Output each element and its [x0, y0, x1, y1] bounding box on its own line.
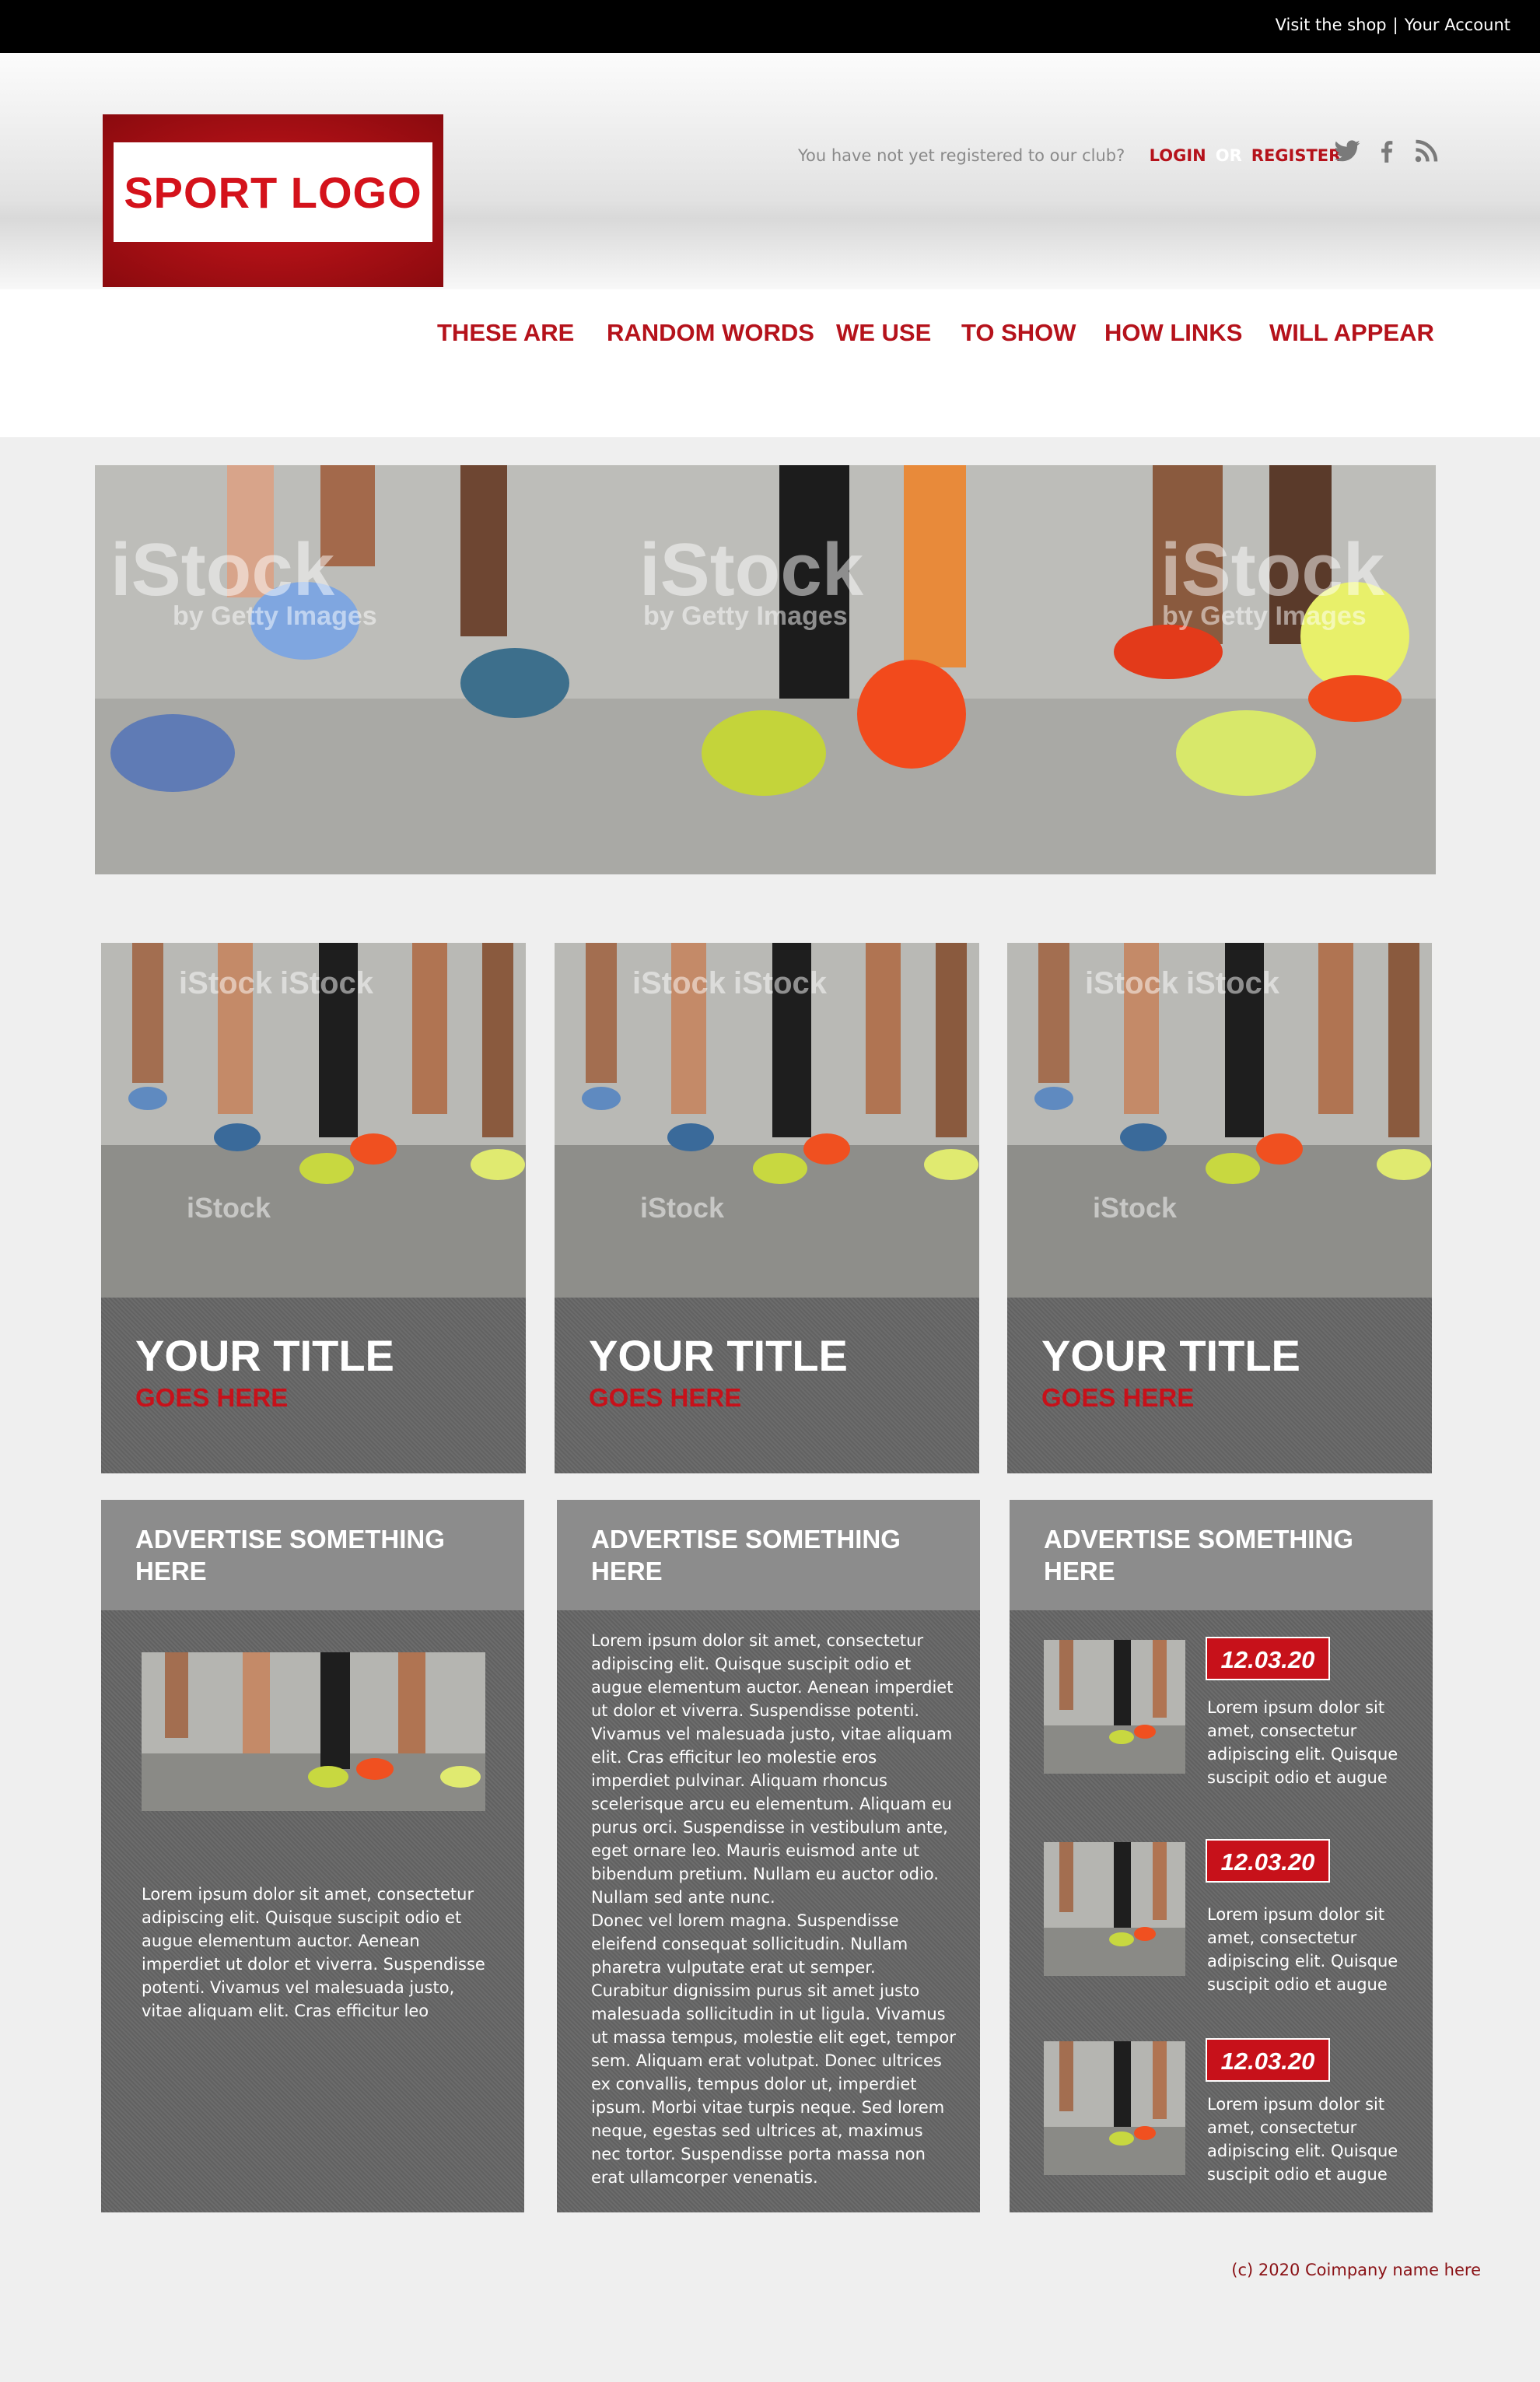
- watermark-brand: iStock: [179, 966, 273, 1000]
- your-account-link[interactable]: Your Account: [1405, 16, 1510, 34]
- register-prompt-line: You have not yet registered to our club?…: [798, 146, 1341, 165]
- advert-heading: ADVERTISE SOMETHING HERE: [591, 1525, 901, 1585]
- social-links: [1333, 137, 1448, 165]
- footer-copyright: (c) 2020 Coimpany name here: [1231, 2261, 1481, 2279]
- event-text: Lorem ipsum dolor sit amet, consectetur …: [1207, 1698, 1398, 1787]
- watermark-brand: iStock: [639, 528, 864, 611]
- card-title: YOUR TITLE: [1041, 1331, 1300, 1380]
- watermark-brand: iStock: [187, 1192, 271, 1224]
- advert-box: ADVERTISE SOMETHING HERE 12.03.20 Lorem …: [1010, 1500, 1433, 2212]
- card-image: iStock iStock iStock: [101, 943, 526, 1298]
- advert-box: ADVERTISE SOMETHING HERE Lorem ipsum dol…: [101, 1500, 524, 2212]
- advert-text: Lorem ipsum dolor sit amet, consectetur …: [142, 1885, 485, 2020]
- advert-heading: ADVERTISE SOMETHING HERE: [135, 1525, 445, 1585]
- card-title: YOUR TITLE: [135, 1331, 394, 1380]
- watermark-sub: by Getty Images: [643, 601, 848, 631]
- watermark-brand: iStock: [632, 966, 726, 1000]
- advert-header: ADVERTISE SOMETHING HERE: [557, 1500, 980, 1610]
- register-link[interactable]: REGISTER: [1251, 146, 1342, 165]
- watermark-brand: iStock: [1160, 528, 1385, 611]
- nav-item-how-links[interactable]: HOW LINKS: [1104, 319, 1242, 347]
- event-image: [1044, 2041, 1185, 2175]
- card-subtitle: GOES HERE: [589, 1383, 742, 1412]
- advert-heading: ADVERTISE SOMETHING HERE: [1044, 1525, 1353, 1585]
- feature-card[interactable]: iStock iStock iStock YOUR TITLE GOES HER…: [1007, 943, 1432, 1473]
- advert-image: [142, 1652, 485, 1811]
- feature-card[interactable]: iStock iStock iStock YOUR TITLE GOES HER…: [555, 943, 979, 1473]
- twitter-icon[interactable]: [1333, 137, 1361, 165]
- nav-item-we-use[interactable]: WE USE: [836, 319, 931, 347]
- card-image: iStock iStock iStock: [1007, 943, 1432, 1298]
- facebook-icon[interactable]: [1373, 137, 1401, 165]
- top-links: Visit the shop | Your Account: [1276, 16, 1510, 34]
- watermark-brand: iStock: [733, 966, 828, 1000]
- event-text: Lorem ipsum dolor sit amet, consectetur …: [1207, 1905, 1398, 1994]
- watermark-sub: by Getty Images: [173, 601, 377, 631]
- feature-card[interactable]: iStock iStock iStock YOUR TITLE GOES HER…: [101, 943, 526, 1473]
- watermark-brand: iStock: [1093, 1192, 1178, 1224]
- watermark-brand: iStock: [1085, 966, 1179, 1000]
- event-image: [1044, 1842, 1185, 1976]
- watermark-brand: iStock: [110, 528, 335, 611]
- event-runners-illustration: [1044, 1640, 1185, 1774]
- card-title: YOUR TITLE: [589, 1331, 848, 1380]
- register-prompt: You have not yet registered to our club?: [798, 146, 1125, 165]
- card-subtitle: GOES HERE: [1041, 1383, 1195, 1412]
- event-date-badge: 12.03.20: [1206, 1637, 1330, 1680]
- event-runners-illustration: [1044, 2041, 1185, 2175]
- top-bar: Visit the shop | Your Account: [0, 0, 1540, 53]
- advert-paragraph: Lorem ipsum dolor sit amet, consectetur …: [591, 1631, 954, 1907]
- advert-header: ADVERTISE SOMETHING HERE: [101, 1500, 524, 1610]
- event-date-badge: 12.03.20: [1206, 1839, 1330, 1883]
- advert-header: ADVERTISE SOMETHING HERE: [1010, 1500, 1433, 1610]
- login-link[interactable]: LOGIN: [1150, 146, 1206, 165]
- card-caption: YOUR TITLE GOES HERE: [101, 1298, 526, 1473]
- watermark-sub: by Getty Images: [1162, 601, 1367, 631]
- advert-runners-illustration: [142, 1652, 485, 1811]
- visit-shop-link[interactable]: Visit the shop: [1276, 16, 1387, 34]
- logo-text: SPORT LOGO: [124, 167, 422, 217]
- hero-runners-illustration: [95, 465, 1436, 874]
- main-nav: THESE ARE RANDOM WORDS WE USE TO SHOW HO…: [0, 289, 1540, 437]
- watermark-brand: iStock: [280, 966, 374, 1000]
- rss-icon[interactable]: [1412, 137, 1440, 165]
- logo-plate: SPORT LOGO: [114, 142, 432, 242]
- site-logo[interactable]: SPORT LOGO: [103, 114, 443, 287]
- event-date-badge: 12.03.20: [1206, 2038, 1330, 2082]
- watermark-brand: iStock: [640, 1192, 725, 1224]
- event-image: [1044, 1640, 1185, 1774]
- or-text: OR: [1215, 146, 1242, 165]
- nav-item-random-words[interactable]: RANDOM WORDS: [607, 319, 814, 347]
- card-image: iStock iStock iStock: [555, 943, 979, 1298]
- hero-image: iStock by Getty Images iStock by Getty I…: [95, 465, 1436, 874]
- advert-paragraph: Donec vel lorem magna. Suspendisse eleif…: [591, 1911, 956, 2187]
- nav-item-these-are[interactable]: THESE ARE: [437, 319, 574, 347]
- advert-box: ADVERTISE SOMETHING HERE Lorem ipsum dol…: [557, 1500, 980, 2212]
- card-subtitle: GOES HERE: [135, 1383, 289, 1412]
- nav-item-to-show[interactable]: TO SHOW: [961, 319, 1076, 347]
- card-caption: YOUR TITLE GOES HERE: [555, 1298, 979, 1473]
- top-links-separator: |: [1392, 16, 1398, 34]
- advert-text-block: Lorem ipsum dolor sit amet, consectetur …: [591, 1629, 957, 2189]
- nav-item-will-appear[interactable]: WILL APPEAR: [1269, 319, 1434, 347]
- event-text: Lorem ipsum dolor sit amet, consectetur …: [1207, 2095, 1398, 2184]
- event-runners-illustration: [1044, 1842, 1185, 1976]
- card-caption: YOUR TITLE GOES HERE: [1007, 1298, 1432, 1473]
- watermark-brand: iStock: [1186, 966, 1280, 1000]
